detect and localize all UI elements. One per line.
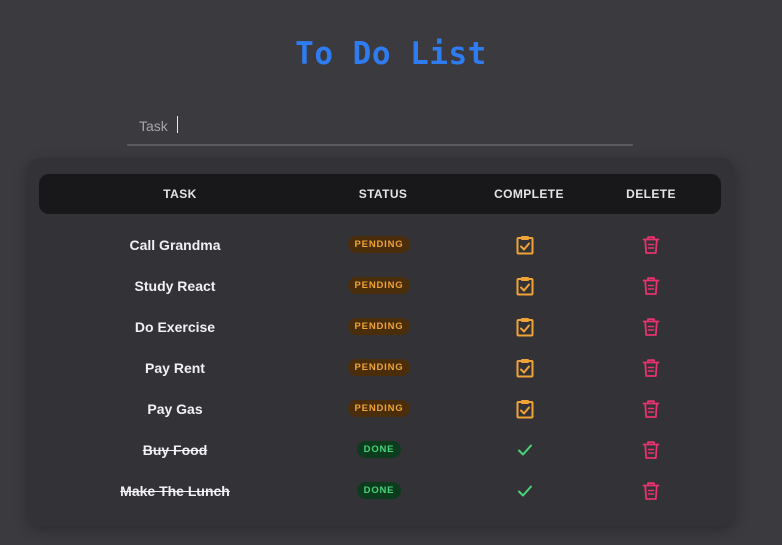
clipboard-check-icon[interactable] — [514, 316, 536, 338]
complete-cell — [475, 388, 575, 429]
table-row: Make The Lunch DONE — [39, 470, 721, 511]
task-cell: Call Grandma — [80, 224, 270, 265]
check-icon — [514, 480, 536, 502]
clipboard-check-icon[interactable] — [514, 234, 536, 256]
status-cell: PENDING — [329, 388, 429, 429]
task-name: Buy Food — [142, 441, 208, 458]
header-delete: DELETE — [626, 187, 676, 201]
trash-icon[interactable] — [640, 234, 662, 256]
complete-cell — [475, 306, 575, 347]
complete-cell — [475, 224, 575, 265]
status-badge: PENDING — [347, 359, 411, 376]
task-name: Pay Rent — [145, 359, 205, 376]
trash-icon[interactable] — [640, 480, 662, 502]
check-icon — [514, 439, 536, 461]
trash-icon[interactable] — [640, 439, 662, 461]
status-badge: PENDING — [347, 400, 411, 417]
complete-cell — [475, 470, 575, 511]
delete-cell — [601, 265, 701, 306]
todo-page: To Do List Task TASK STATUS COMPLETE DEL… — [0, 0, 782, 545]
status-badge: DONE — [356, 441, 402, 458]
task-input-placeholder: Task — [139, 118, 168, 134]
delete-cell — [601, 306, 701, 347]
table-row: Do Exercise PENDING — [39, 306, 721, 347]
complete-cell — [475, 347, 575, 388]
task-name: Make The Lunch — [120, 482, 230, 499]
header-task: TASK — [163, 187, 197, 201]
table-row: Pay Rent PENDING — [39, 347, 721, 388]
table-row: Study React PENDING — [39, 265, 721, 306]
page-title: To Do List — [295, 36, 487, 72]
status-badge: DONE — [356, 482, 402, 499]
task-cell: Pay Gas — [80, 388, 270, 429]
status-badge: PENDING — [347, 318, 411, 335]
task-name: Call Grandma — [129, 236, 221, 253]
status-cell: DONE — [329, 470, 429, 511]
trash-icon[interactable] — [640, 357, 662, 379]
delete-cell — [601, 224, 701, 265]
clipboard-check-icon[interactable] — [514, 357, 536, 379]
trash-icon[interactable] — [640, 275, 662, 297]
header-status: STATUS — [358, 187, 408, 201]
task-cell: Pay Rent — [80, 347, 270, 388]
status-cell: PENDING — [329, 306, 429, 347]
complete-cell — [475, 429, 575, 470]
header-complete: COMPLETE — [494, 187, 564, 201]
task-name: Do Exercise — [134, 318, 216, 335]
status-cell: PENDING — [329, 265, 429, 306]
task-name: Study React — [134, 277, 216, 294]
trash-icon[interactable] — [640, 398, 662, 420]
text-caret — [176, 115, 179, 133]
task-cell: Study React — [80, 265, 270, 306]
status-cell: DONE — [329, 429, 429, 470]
task-cell: Buy Food — [80, 429, 270, 470]
trash-icon[interactable] — [640, 316, 662, 338]
status-cell: PENDING — [329, 224, 429, 265]
clipboard-check-icon[interactable] — [514, 398, 536, 420]
table-header: TASK STATUS COMPLETE DELETE — [39, 174, 721, 214]
status-badge: PENDING — [347, 236, 411, 253]
table-row: Buy Food DONE — [39, 429, 721, 470]
table-row: Call Grandma PENDING — [39, 224, 721, 265]
delete-cell — [601, 347, 701, 388]
task-name: Pay Gas — [147, 400, 203, 417]
delete-cell — [601, 388, 701, 429]
task-cell: Do Exercise — [80, 306, 270, 347]
table-row: Pay Gas PENDING — [39, 388, 721, 429]
clipboard-check-icon[interactable] — [514, 275, 536, 297]
status-badge: PENDING — [347, 277, 411, 294]
status-cell: PENDING — [329, 347, 429, 388]
delete-cell — [601, 470, 701, 511]
task-input[interactable]: Task — [127, 108, 633, 144]
task-cell: Make The Lunch — [80, 470, 270, 511]
delete-cell — [601, 429, 701, 470]
complete-cell — [475, 265, 575, 306]
task-input-field[interactable]: Task — [127, 108, 633, 146]
